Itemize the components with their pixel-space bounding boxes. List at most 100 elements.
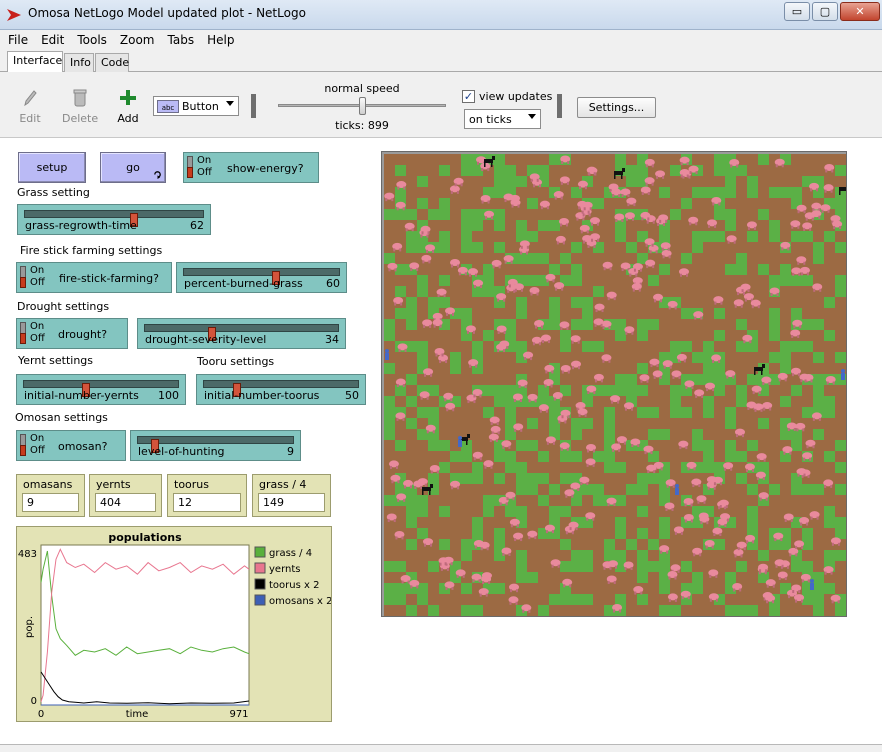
- grass-patch: [681, 198, 692, 209]
- initial-toorus-slider[interactable]: initial-number-toorus 50: [196, 374, 366, 405]
- grass-patch: [582, 297, 593, 308]
- menu-help[interactable]: Help: [199, 30, 239, 47]
- grass-patch: [406, 209, 417, 220]
- grass-patch: [560, 341, 571, 352]
- menu-zoom[interactable]: Zoom: [112, 30, 160, 47]
- grass-patch: [417, 341, 428, 352]
- plot-ymax-label: 483: [18, 549, 37, 560]
- close-button[interactable]: ✕: [840, 2, 880, 21]
- window-title: Omosa NetLogo Model updated plot - NetLo…: [28, 6, 306, 20]
- slider-track: [23, 380, 179, 397]
- drought-severity-slider[interactable]: drought-severity-level 34: [137, 318, 346, 349]
- tab-interface[interactable]: Interface: [7, 51, 63, 73]
- grass-patch: [571, 451, 582, 462]
- grass-patch: [824, 297, 835, 308]
- menu-tabs[interactable]: Tabs: [160, 30, 200, 47]
- grass-patch: [384, 396, 395, 407]
- grass-patch: [725, 451, 736, 462]
- grass-patch: [406, 242, 417, 253]
- level-of-hunting-slider[interactable]: level-of-hunting 9: [130, 430, 301, 461]
- grass-patch: [593, 484, 604, 495]
- grass-patch: [604, 418, 615, 429]
- grass-patch: [780, 275, 791, 286]
- grass-patch: [516, 561, 527, 572]
- grass-patch: [417, 198, 428, 209]
- grass-patch: [494, 451, 505, 462]
- grass-patch: [571, 319, 582, 330]
- grass-patch: [813, 605, 824, 616]
- grass-patch: [516, 176, 527, 187]
- grass-patch: [714, 385, 725, 396]
- grass-patch: [483, 495, 494, 506]
- switch-knob: [187, 167, 193, 178]
- grass-patch: [494, 176, 505, 187]
- grass-patch: [428, 561, 439, 572]
- grass-monitor: grass / 4 149: [252, 474, 331, 517]
- percent-burned-slider[interactable]: percent-burned-grass 60: [176, 262, 347, 293]
- grass-patch: [736, 605, 747, 616]
- switch-label: show-energy?: [227, 162, 304, 175]
- delete-tool[interactable]: Delete: [62, 88, 98, 125]
- grass-patch: [615, 594, 626, 605]
- grass-patch: [516, 473, 527, 484]
- grass-patch: [835, 517, 846, 528]
- grass-patch: [802, 319, 813, 330]
- omosan-switch[interactable]: On Off omosan?: [16, 430, 126, 461]
- add-tool[interactable]: Add: [114, 88, 142, 125]
- grass-patch: [725, 209, 736, 220]
- plot-xmin-label: 0: [38, 709, 44, 720]
- menu-file[interactable]: File: [0, 30, 33, 47]
- grass-patch: [571, 297, 582, 308]
- grass-patch: [615, 154, 626, 165]
- grass-patch: [670, 209, 681, 220]
- omasans-monitor: omasans 9: [16, 474, 85, 517]
- grass-patch: [648, 429, 659, 440]
- update-mode-select[interactable]: on ticks: [464, 109, 541, 129]
- omosan-agent: [385, 349, 389, 360]
- grass-patch: [681, 341, 692, 352]
- tab-info[interactable]: Info: [64, 53, 94, 72]
- world-view[interactable]: [381, 151, 847, 617]
- grass-patch: [747, 374, 758, 385]
- grass-regrowth-slider[interactable]: grass-regrowth-time 62: [17, 204, 211, 235]
- grass-patch: [505, 385, 516, 396]
- grass-patch: [681, 308, 692, 319]
- grass-patch: [637, 484, 648, 495]
- grass-patch: [461, 451, 472, 462]
- widget-type-select[interactable]: abc Button: [153, 96, 239, 116]
- tab-code[interactable]: Code: [95, 53, 129, 72]
- minimize-button[interactable]: ▭: [784, 2, 810, 21]
- grass-patch: [406, 231, 417, 242]
- legend-swatch: [254, 546, 266, 558]
- settings-button[interactable]: Settings...: [577, 97, 656, 118]
- grass-patch: [494, 209, 505, 220]
- grass-patch: [461, 605, 472, 616]
- menu-tools[interactable]: Tools: [69, 30, 112, 47]
- speed-slider[interactable]: [278, 97, 446, 115]
- grass-patch: [615, 517, 626, 528]
- speed-slider-thumb[interactable]: [359, 97, 366, 115]
- setup-button[interactable]: setup: [18, 152, 86, 183]
- drought-switch[interactable]: On Off drought?: [16, 318, 128, 349]
- view-updates-checkbox[interactable]: ✓: [462, 90, 475, 103]
- menu-edit[interactable]: Edit: [33, 30, 69, 47]
- grass-patch: [648, 561, 659, 572]
- grass-patch: [417, 176, 428, 187]
- maximize-button[interactable]: ▢: [812, 2, 838, 21]
- fire-stick-farming-switch[interactable]: On Off fire-stick-farming?: [16, 262, 172, 293]
- grass-patch: [483, 506, 494, 517]
- trash-icon: [73, 89, 87, 107]
- go-button[interactable]: go: [100, 152, 166, 183]
- grass-patch: [527, 572, 538, 583]
- grass-patch: [505, 506, 516, 517]
- grass-patch: [835, 275, 846, 286]
- grass-patch: [791, 484, 802, 495]
- edit-tool[interactable]: Edit: [16, 88, 44, 125]
- show-energy-switch[interactable]: On Off show-energy?: [183, 152, 319, 183]
- grass-patch: [835, 165, 846, 176]
- world-canvas: [384, 154, 846, 616]
- grass-patch: [769, 308, 780, 319]
- initial-yernts-slider[interactable]: initial-number-yernts 100: [16, 374, 186, 405]
- switch-off-label: Off: [30, 445, 45, 456]
- grass-patch: [747, 231, 758, 242]
